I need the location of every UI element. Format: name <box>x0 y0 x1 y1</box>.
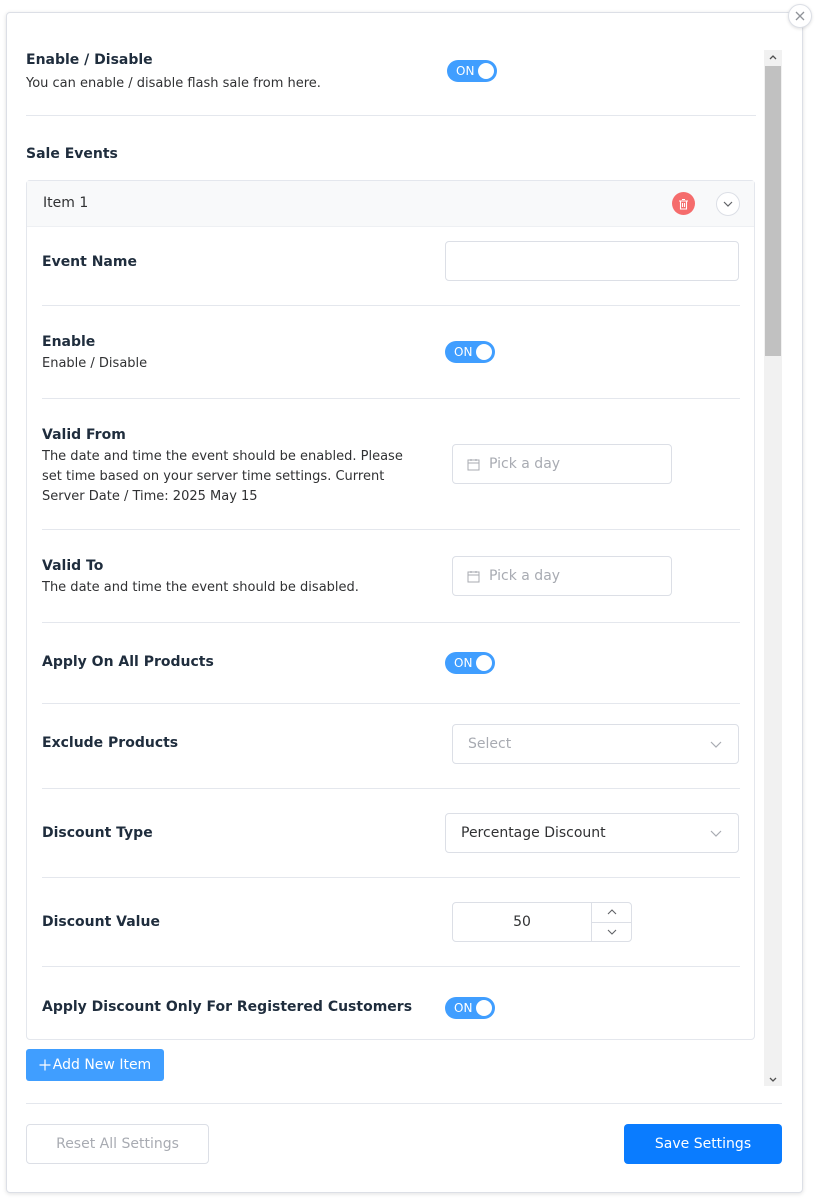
exclude-products-label: Exclude Products <box>42 735 179 751</box>
delete-item-button[interactable] <box>672 192 695 215</box>
toggle-label: ON <box>454 345 473 359</box>
chevron-down-icon <box>723 201 733 207</box>
discount-value-row: Discount Value 50 <box>42 878 740 967</box>
valid-to-row: Valid To The date and time the event sho… <box>42 530 740 623</box>
decrease-button[interactable] <box>592 923 631 942</box>
chevron-up-icon <box>607 909 616 915</box>
enable-disable-row: Enable / Disable You can enable / disabl… <box>26 50 756 116</box>
valid-from-label: Valid From <box>42 427 126 443</box>
save-label: Save Settings <box>654 1136 752 1152</box>
flash-sale-toggle[interactable]: ON <box>447 60 497 82</box>
calendar-icon <box>467 570 480 583</box>
event-name-row: Event Name <box>42 227 740 306</box>
reset-label: Reset All Settings <box>56 1136 179 1152</box>
valid-from-description: The date and time the event should be en… <box>42 449 403 504</box>
calendar-icon <box>467 458 480 471</box>
close-button[interactable] <box>788 4 812 28</box>
increase-button[interactable] <box>592 903 631 923</box>
enable-row: Enable Enable / Disable ON <box>42 306 740 399</box>
enable-disable-title: Enable / Disable <box>26 52 153 68</box>
discount-type-label: Discount Type <box>42 825 153 841</box>
scrollbar-thumb[interactable] <box>765 66 781 356</box>
settings-scroll-area: Enable / Disable You can enable / disabl… <box>26 50 756 1086</box>
event-name-input[interactable] <box>445 241 739 281</box>
toggle-knob <box>476 1000 492 1016</box>
apply-all-label: Apply On All Products <box>42 654 214 670</box>
vertical-scrollbar[interactable] <box>764 50 782 1086</box>
toggle-knob <box>478 63 494 79</box>
item-name: Item 1 <box>43 195 89 211</box>
exclude-products-select[interactable]: Select <box>452 724 739 764</box>
valid-from-datepicker[interactable]: Pick a day <box>452 444 672 484</box>
save-settings-button[interactable]: Save Settings <box>624 1124 782 1164</box>
toggle-label: ON <box>454 1001 473 1015</box>
exclude-products-row: Exclude Products Select <box>42 704 740 789</box>
event-name-label: Event Name <box>42 254 137 270</box>
valid-to-description: The date and time the event should be di… <box>42 580 359 595</box>
apply-all-toggle[interactable]: ON <box>445 652 495 674</box>
valid-to-placeholder: Pick a day <box>489 568 561 584</box>
collapse-item-button[interactable] <box>716 192 740 216</box>
scroll-up-button[interactable] <box>764 50 782 64</box>
toggle-knob <box>476 344 492 360</box>
registered-only-label: Apply Discount Only For Registered Custo… <box>42 999 413 1015</box>
valid-to-datepicker[interactable]: Pick a day <box>452 556 672 596</box>
trash-icon <box>679 198 688 210</box>
sale-event-item: Item 1 Event Name Enable Enable / Disabl… <box>26 180 755 1040</box>
chevron-down-icon <box>710 830 722 837</box>
add-new-item-label: Add New Item <box>52 1057 152 1073</box>
discount-type-row: Discount Type Percentage Discount <box>42 789 740 878</box>
footer-divider <box>26 1103 782 1104</box>
chevron-down-icon <box>710 741 722 748</box>
enable-disable-description: You can enable / disable flash sale from… <box>26 76 321 91</box>
chevron-up-icon <box>769 54 777 59</box>
toggle-label: ON <box>454 656 473 670</box>
toggle-knob <box>476 655 492 671</box>
discount-value-label: Discount Value <box>42 914 160 930</box>
valid-from-placeholder: Pick a day <box>489 456 561 472</box>
enable-description: Enable / Disable <box>42 356 148 371</box>
discount-value-stepper[interactable]: 50 <box>452 902 632 942</box>
reset-all-settings-button[interactable]: Reset All Settings <box>26 1124 209 1164</box>
discount-type-select[interactable]: Percentage Discount <box>445 813 739 853</box>
valid-from-row: Valid From The date and time the event s… <box>42 399 740 530</box>
discount-type-value: Percentage Discount <box>461 825 606 841</box>
plus-icon <box>39 1059 51 1071</box>
valid-to-label: Valid To <box>42 558 104 574</box>
scroll-down-button[interactable] <box>764 1072 782 1086</box>
discount-value-input[interactable]: 50 <box>453 903 591 941</box>
toggle-label: ON <box>456 64 475 78</box>
add-new-item-button[interactable]: Add New Item <box>26 1049 164 1081</box>
chevron-down-icon <box>607 929 616 935</box>
enable-toggle[interactable]: ON <box>445 341 495 363</box>
sale-events-title: Sale Events <box>26 146 118 162</box>
chevron-down-icon <box>769 1077 777 1082</box>
apply-all-row: Apply On All Products ON <box>42 623 740 704</box>
registered-only-toggle[interactable]: ON <box>445 997 495 1019</box>
enable-label: Enable <box>42 334 96 350</box>
exclude-products-placeholder: Select <box>468 736 512 752</box>
item-header[interactable]: Item 1 <box>27 181 754 227</box>
registered-only-row: Apply Discount Only For Registered Custo… <box>42 967 740 1039</box>
close-icon <box>795 11 805 21</box>
